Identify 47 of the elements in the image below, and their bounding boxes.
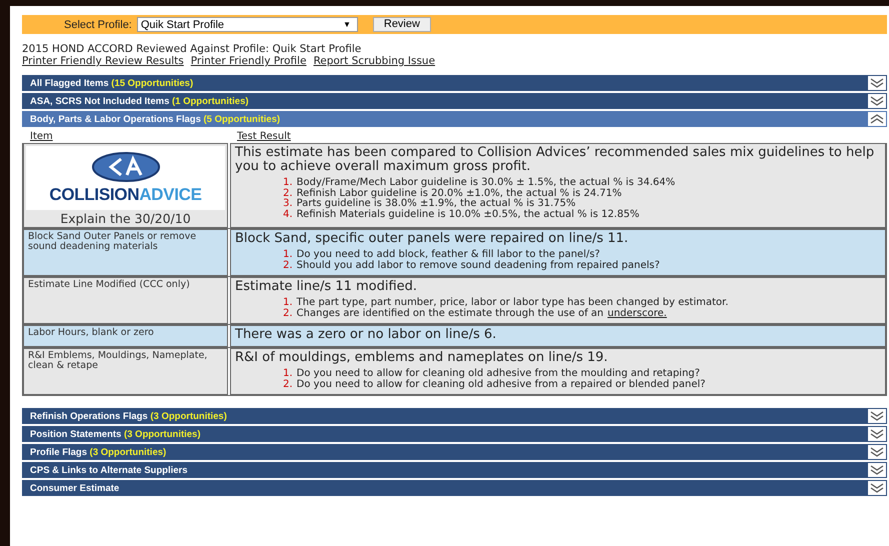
guideline-text: 4. Refinish Materials guideline is 10.0% ±0.5%, the actual % is 12.85%	[283, 210, 640, 220]
guideline-text: 1. Do you need to add block, feather & fill labor to the panel/s?	[283, 250, 601, 260]
column-header: Test Result	[236, 131, 291, 143]
column-header: Item	[29, 131, 53, 143]
underscore-link[interactable]: underscore.	[608, 308, 667, 318]
guideline-text: 2. Changes are identified on the estimate through the use of an underscore.	[283, 308, 668, 319]
printer-link[interactable]: Printer Friendly Review Results	[22, 55, 184, 67]
section-header[interactable]: ASA, SCRS Not Included Items (1 Opportunities)	[22, 93, 887, 109]
logo: COLLISIONADVICE	[26, 146, 225, 210]
printer-link[interactable]: Printer Friendly Profile	[190, 55, 306, 67]
item-cell: Estimate Line Modified (CCC only)	[23, 277, 228, 324]
guideline-text: 1. The part type, part number, price, labor or labor type has been changed by estimator.	[283, 298, 730, 308]
result-cell: There was a zero or no labor on line/s 6.	[230, 325, 886, 347]
select-profile-label: Select Profile:	[64, 18, 132, 30]
review-heading: 2015 HOND ACCORD Reviewed Against Profile: Quik Start Profile	[22, 43, 362, 55]
expand-icon[interactable]	[868, 427, 886, 441]
section-header[interactable]: All Flagged Items (15 Opportunities)	[22, 75, 887, 91]
section-header[interactable]: CPS & Links to Alternate Suppliers	[22, 462, 887, 478]
item-cell: Block Sand Outer Panels or remove sound deadening materials	[23, 229, 228, 276]
explain-link[interactable]: Explain the 30/20/10	[60, 211, 191, 226]
printer-link[interactable]: Report Scrubbing Issue	[313, 55, 436, 67]
guideline-text: 3. Parts guideline is 38.0% ±1.9%, the actual % is 31.75%	[283, 199, 577, 209]
section-header[interactable]: Position Statements (3 Opportunities)	[22, 426, 887, 442]
expand-icon[interactable]	[868, 94, 886, 108]
section-header[interactable]: Consumer Estimate	[22, 480, 887, 496]
collapse-icon[interactable]	[868, 112, 886, 126]
guideline-text: 2. Do you need to allow for cleaning old adhesive from a repaired or blended panel?	[283, 380, 706, 390]
result-cell: Block Sand, specific outer panels were repaired on line/s 11. 1. Do you need to add block, feather & fill labor to the panel/s? 2. Should you add labor to remove sound deadening from repaired panels?	[230, 229, 886, 276]
expand-icon[interactable]	[868, 481, 886, 495]
item-cell: Labor Hours, blank or zero	[23, 325, 228, 347]
expand-icon[interactable]	[868, 445, 886, 459]
result-cell: Estimate line/s 11 modified. 1. The part type, part number, price, labor or labor type has been changed by estimator. 2. Changes are identified on the estimate through the use of an underscore.	[230, 277, 886, 324]
guideline-text: 1. Body/Frame/Mech Labor guideline is 30.0% ± 1.5%, the actual % is 34.64%	[283, 178, 676, 188]
expand-icon[interactable]	[868, 76, 886, 90]
section-header[interactable]: Profile Flags (3 Opportunities)	[22, 444, 887, 460]
result-cell: This estimate has been compared to Collision Advices’ recommended sales mix guidelines to help you to achieve overall maximum gross profit. 1. Body/Frame/Mech Labor guideline is 30.0% ± 1.5%, the actual % is 34.64% 2. Refinish Labor guideline is 20.0% ±1.0%, the actual % is 24.71% 3. Parts guideline is 38.0% ±1.9%, the actual % is 31.75% 4. Refinish Materials guideline is 10.0% ±0.5%, the actual % is 12.85%	[230, 143, 886, 228]
item-cell: R&I Emblems, Mouldings, Nameplate, clean & retape	[23, 348, 228, 395]
expand-icon[interactable]	[868, 409, 886, 423]
section-header[interactable]: Body, Parts & Labor Operations Flags (5 Opportunities)	[22, 111, 887, 127]
guideline-text: 2. Should you add labor to remove sound deadening from repaired panels?	[283, 260, 661, 271]
expand-icon[interactable]	[868, 463, 886, 477]
result-cell: R&I of mouldings, emblems and nameplates on line/s 19. 1. Do you need to allow for cleaning old adhesive from the moulding and retaping? 2. Do you need to allow for cleaning old adhesive from a repaired or blended panel?	[230, 348, 886, 395]
section-header[interactable]: Refinish Operations Flags (3 Opportunities)	[22, 408, 887, 424]
review-button[interactable]: Review	[372, 17, 431, 32]
profile-select[interactable]: Quik Start Profile ▼	[136, 17, 358, 32]
guideline-text: 2. Refinish Labor guideline is 20.0% ±1.0%, the actual % is 24.71%	[283, 188, 623, 198]
guideline-text: 1. Do you need to allow for cleaning old adhesive from the moulding and retaping?	[283, 369, 701, 379]
